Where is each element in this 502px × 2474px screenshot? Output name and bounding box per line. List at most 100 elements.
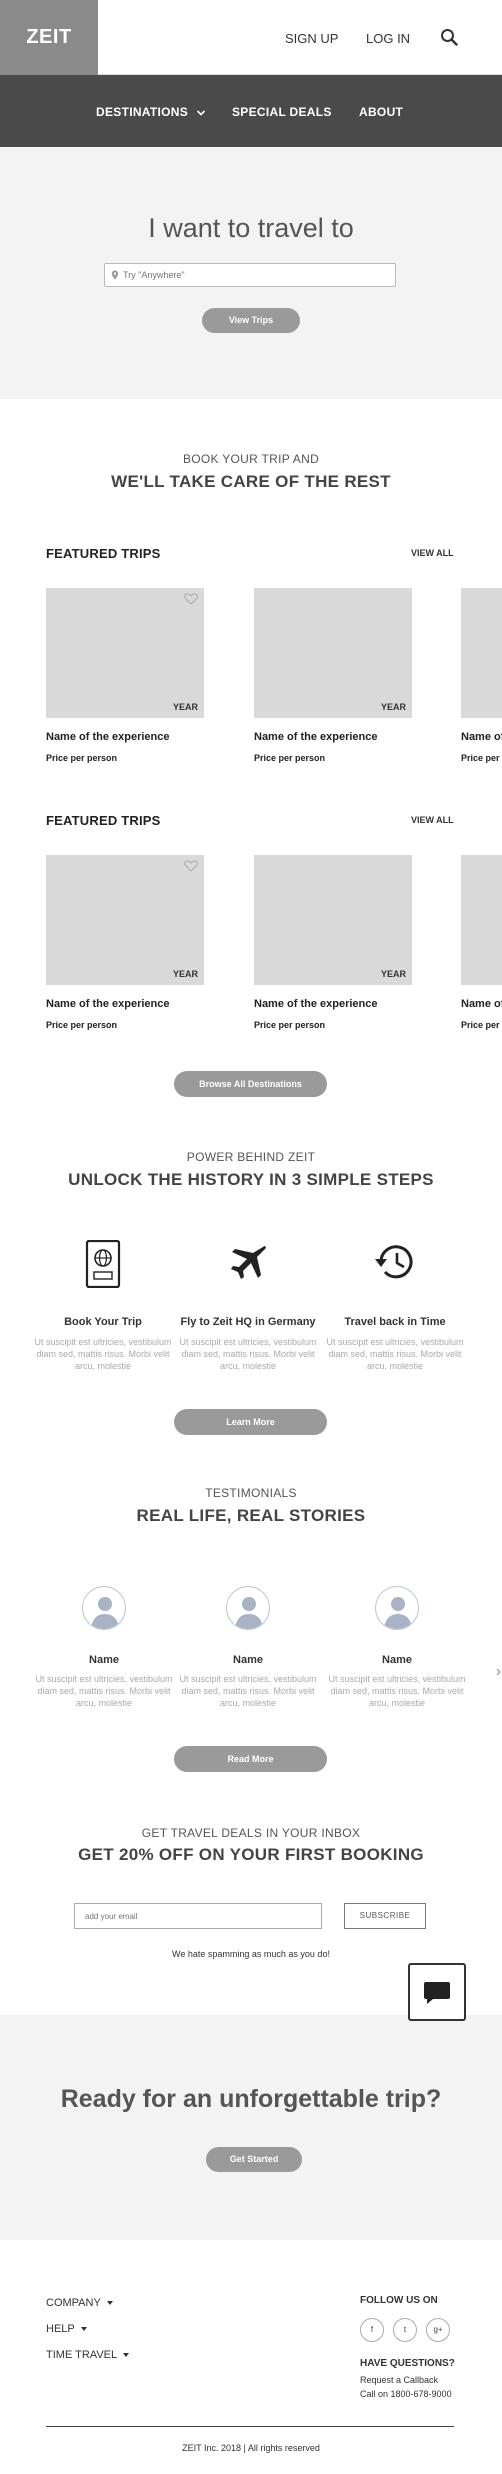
footer-help-label: HELP xyxy=(46,2323,75,2335)
twitter-icon[interactable]: t xyxy=(393,2318,417,2342)
trip-name[interactable]: Name of the experience xyxy=(461,731,502,743)
nav-destinations[interactable]: DESTINATIONS xyxy=(96,105,206,119)
trip-price: Price per person xyxy=(461,753,502,763)
trip-name[interactable]: Name of the experience xyxy=(46,998,170,1010)
view-all-link-2[interactable]: VIEW ALL xyxy=(411,815,454,825)
intro-headline: WE'LL TAKE CARE OF THE REST xyxy=(111,472,391,491)
cta-section: Ready for an unforgettable trip? Get Sta… xyxy=(0,2015,502,2240)
airplane-icon xyxy=(231,1246,266,1279)
signup-link[interactable]: SIGN UP xyxy=(285,31,338,46)
location-pin-icon xyxy=(111,270,119,280)
callback-link[interactable]: Request a Callback xyxy=(360,2375,438,2385)
nav-special-deals[interactable]: SPECIAL DEALS xyxy=(232,105,332,119)
copyright: ZEIT Inc. 2018 | All rights reserved xyxy=(182,2443,320,2453)
caret-down-icon xyxy=(80,2327,87,2332)
footer-company[interactable]: COMPANY xyxy=(46,2297,113,2309)
trip-card-image[interactable] xyxy=(461,588,502,718)
browse-destinations-button[interactable]: Browse All Destinations xyxy=(174,1071,327,1097)
avatar xyxy=(226,1586,270,1630)
step-description: Ut suscipit est ultricies, vestibulum di… xyxy=(326,1337,464,1371)
avatar xyxy=(82,1586,126,1630)
testimonial-name: Name xyxy=(89,1654,119,1666)
trip-price: Price per person xyxy=(254,1020,326,1030)
step-title: Fly to Zeit HQ in Germany xyxy=(180,1316,316,1328)
newsletter-kicker: GET TRAVEL DEALS IN YOUR INBOX xyxy=(141,1826,361,1840)
step-description: Ut suscipit est ultricies, vestibulum di… xyxy=(179,1337,317,1371)
phone-number: Call on 1800-678-9000 xyxy=(360,2389,452,2399)
read-more-button[interactable]: Read More xyxy=(174,1746,327,1772)
footer-company-label: COMPANY xyxy=(46,2297,101,2309)
avatar xyxy=(375,1586,419,1630)
testimonial-text: Ut suscipit est ultricies, vestibulum di… xyxy=(35,1674,173,1708)
view-all-link-1[interactable]: VIEW ALL xyxy=(411,548,454,558)
steps-kicker: POWER BEHIND ZEIT xyxy=(186,1150,316,1164)
hero: I want to travel to View Trips xyxy=(0,147,502,399)
main-nav: DESTINATIONS SPECIAL DEALS ABOUT xyxy=(0,75,502,147)
newsletter-headline: GET 20% OFF ON YOUR FIRST BOOKING xyxy=(78,1845,424,1864)
trip-card-image[interactable]: YEAR xyxy=(46,855,204,985)
step-description: Ut suscipit est ultricies, vestibulum di… xyxy=(34,1337,172,1371)
hero-title: I want to travel to xyxy=(148,213,354,243)
nav-destinations-label: DESTINATIONS xyxy=(96,105,189,119)
testimonials-kicker: TESTIMONIALS xyxy=(205,1486,297,1500)
google-plus-icon[interactable]: g+ xyxy=(426,2318,450,2342)
trip-card-image[interactable]: YEAR xyxy=(46,588,204,718)
search-icon[interactable] xyxy=(440,28,458,46)
caret-down-icon xyxy=(123,2353,130,2358)
step-title: Book Your Trip xyxy=(64,1316,142,1328)
trip-price: Price per person xyxy=(254,753,326,763)
destination-search[interactable] xyxy=(104,263,396,287)
trip-price: Price per person xyxy=(46,1020,118,1030)
testimonial-text: Ut suscipit est ultricies, vestibulum di… xyxy=(179,1674,317,1708)
trip-year-badge: YEAR xyxy=(172,969,198,979)
user-silhouette-icon xyxy=(384,1597,412,1629)
trip-name[interactable]: Name of the experience xyxy=(254,731,378,743)
nav-about[interactable]: ABOUT xyxy=(359,105,403,119)
heart-icon[interactable] xyxy=(184,860,198,872)
view-trips-button[interactable]: View Trips xyxy=(202,308,300,333)
trip-card-image[interactable] xyxy=(461,855,502,985)
facebook-icon[interactable]: f xyxy=(360,2318,384,2342)
testimonial-name: Name xyxy=(382,1654,412,1666)
get-started-button[interactable]: Get Started xyxy=(206,2147,302,2172)
history-clock-icon xyxy=(375,1245,413,1279)
cta-title: Ready for an unforgettable trip? xyxy=(60,2085,442,2113)
trip-name[interactable]: Name of the experience xyxy=(254,998,378,1010)
trip-year-badge: YEAR xyxy=(380,702,406,712)
step-title: Travel back in Time xyxy=(344,1316,446,1328)
trip-year-badge: YEAR xyxy=(172,702,198,712)
trip-name[interactable]: Name of the experience xyxy=(46,731,170,743)
featured-title-2: FEATURED TRIPS xyxy=(46,813,161,828)
intro-kicker: BOOK YOUR TRIP AND xyxy=(182,452,320,466)
trip-name[interactable]: Name of the experience xyxy=(461,998,502,1010)
testimonial-text: Ut suscipit est ultricies, vestibulum di… xyxy=(328,1674,466,1708)
passport-icon xyxy=(85,1240,121,1288)
featured-title-1: FEATURED TRIPS xyxy=(46,546,161,561)
heart-icon[interactable] xyxy=(184,593,198,605)
chevron-right-icon[interactable] xyxy=(496,1668,502,1676)
email-field[interactable] xyxy=(74,1903,322,1929)
newsletter-note: We hate spamming as much as you do! xyxy=(172,1949,330,1959)
trip-card-image[interactable]: YEAR xyxy=(254,588,412,718)
steps-headline: UNLOCK THE HISTORY IN 3 SIMPLE STEPS xyxy=(68,1170,434,1189)
trip-price: Price per person xyxy=(46,753,118,763)
user-silhouette-icon xyxy=(235,1597,263,1629)
chat-button[interactable] xyxy=(408,1963,466,2021)
chat-icon xyxy=(424,1982,450,2004)
learn-more-button[interactable]: Learn More xyxy=(174,1409,327,1435)
questions-heading: HAVE QUESTIONS? xyxy=(360,2358,455,2369)
subscribe-button[interactable]: SUBSCRIBE xyxy=(344,1903,426,1929)
follow-us-heading: FOLLOW US ON xyxy=(360,2295,438,2306)
destination-search-input[interactable] xyxy=(123,267,383,283)
trip-year-badge: YEAR xyxy=(380,969,406,979)
login-link[interactable]: LOG IN xyxy=(366,31,410,46)
footer-time-travel[interactable]: TIME TRAVEL xyxy=(46,2349,130,2361)
footer-time-travel-label: TIME TRAVEL xyxy=(46,2349,118,2361)
trip-price: Price per person xyxy=(461,1020,502,1030)
chevron-down-icon xyxy=(196,110,205,116)
trip-card-image[interactable]: YEAR xyxy=(254,855,412,985)
footer-help[interactable]: HELP xyxy=(46,2323,87,2335)
caret-down-icon xyxy=(106,2301,113,2306)
logo[interactable]: ZEIT xyxy=(0,0,98,75)
email-input[interactable] xyxy=(85,1909,313,1923)
